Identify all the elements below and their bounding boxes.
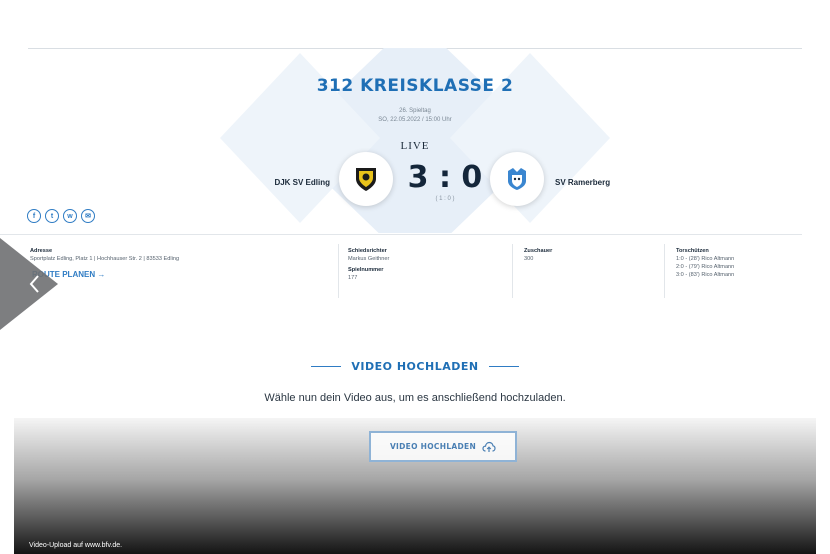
address-label: Adresse (30, 248, 53, 254)
ramerberg-crest-icon (508, 168, 526, 190)
address-value: Sportplatz Edling, Platz 1 | Hochhauser … (30, 256, 180, 262)
home-team-name[interactable]: DJK SV Edling (230, 178, 330, 187)
league-title: 312 KREISKLASSE 2 (316, 76, 514, 96)
video-upload-button-label: VIDEO HOCHLADEN (389, 442, 477, 451)
away-team-logo[interactable] (490, 152, 544, 206)
heading-line-right (488, 365, 519, 368)
referee-label: Schiedsrichter (348, 248, 387, 254)
score: 3 : 0 (407, 160, 483, 195)
game-number-value: 177 (348, 275, 358, 281)
spectators-value: 300 (524, 256, 534, 262)
spectators-label: Zuschauer (524, 248, 553, 254)
cloud-upload-icon (482, 441, 496, 452)
video-upload-subtitle: Wähle nun dein Video aus, um es anschlie… (264, 392, 566, 404)
image-caption: Video-Upload auf www.bfv.de. (29, 542, 123, 549)
column-divider (338, 244, 339, 298)
scorers-block: Torschützen 1:0 - (28') Rico Altmann 2:0… (676, 247, 816, 279)
video-upload-button[interactable]: VIDEO HOCHLADEN (369, 431, 517, 462)
scorer-entry: 1:0 - (28') Rico Altmann (676, 256, 735, 262)
column-divider (512, 244, 513, 298)
scorers-label: Torschützen (676, 248, 709, 254)
live-status: LIVE (400, 140, 430, 152)
route-planner-link[interactable]: ROUTE PLANEN → (30, 271, 330, 279)
video-upload-heading: VIDEO HOCHLADEN (0, 360, 830, 373)
home-team-logo[interactable] (339, 152, 393, 206)
match-datetime: SO, 22.05.2022 / 15:00 Uhr (378, 117, 452, 123)
column-divider (664, 244, 665, 298)
info-divider (0, 234, 802, 235)
matchday-label: 26. Spieltag (399, 108, 431, 114)
video-upload-title: VIDEO HOCHLADEN (351, 360, 479, 373)
away-team-name[interactable]: SV Ramerberg (555, 178, 675, 187)
email-icon[interactable]: ✉ (81, 209, 95, 223)
carousel-prev-button[interactable] (0, 238, 70, 330)
address-block: Adresse Sportplatz Edling, Platz 1 | Hoc… (30, 247, 330, 279)
scorer-entry: 3:0 - (83') Rico Altmann (676, 272, 735, 278)
twitter-icon[interactable]: t (45, 209, 59, 223)
referee-block: Schiedsrichter Markus Geithner Spielnumm… (348, 247, 498, 282)
facebook-icon[interactable]: f (27, 209, 41, 223)
heading-line-left (311, 365, 342, 368)
whatsapp-icon[interactable]: w (63, 209, 77, 223)
game-number-label: Spielnummer (348, 267, 384, 273)
scorer-entry: 2:0 - (79') Rico Altmann (676, 264, 735, 270)
spectators-block: Zuschauer 300 (524, 247, 664, 263)
edling-crest-icon (356, 168, 376, 191)
halftime-score: ( 1 : 0 ) (435, 196, 455, 202)
referee-value: Markus Geithner (348, 256, 390, 262)
social-share-bar: f t w ✉ (27, 209, 95, 223)
